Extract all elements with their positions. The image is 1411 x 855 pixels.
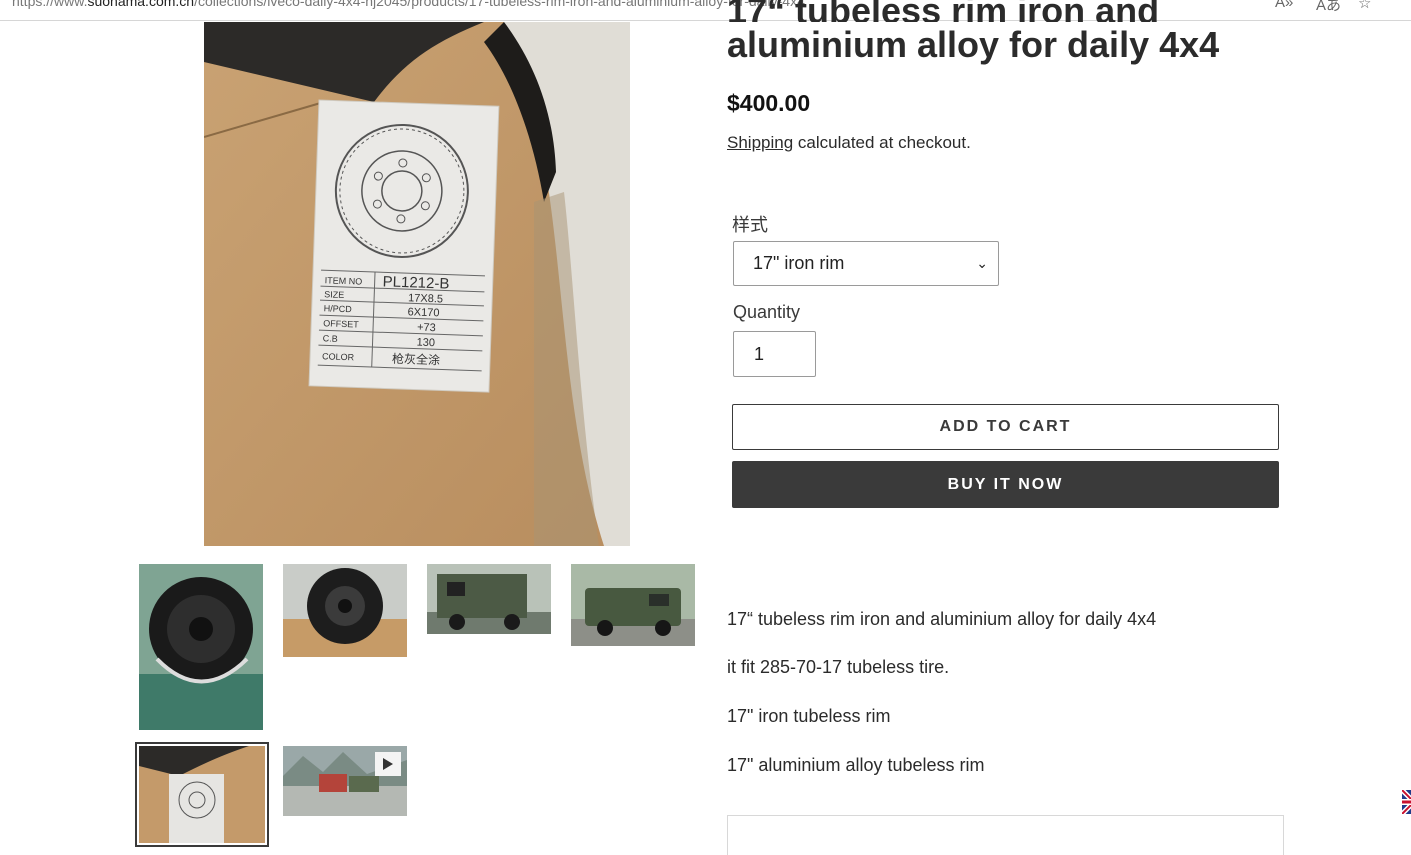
sticker-cb: 130 [416,337,435,350]
title-line-2: aluminium alloy for daily 4x4 [727,24,1220,65]
green-van-photo [571,564,695,646]
box-label-photo [139,746,265,843]
sticker-pcd-label: H/PCD [324,303,353,314]
uk-flag-icon[interactable] [1402,790,1411,814]
favorite-star-icon[interactable]: ☆ [1358,0,1371,12]
sticker-size: 17X8.5 [408,292,443,305]
box-photo: ITEM NO PL1212-B SIZE 17X8.5 H/PCD 6X170… [204,22,630,546]
play-icon[interactable] [375,752,401,776]
product-price: $400.00 [727,90,811,116]
description-line-3: 17" iron tubeless rim [727,706,891,726]
chevron-down-icon: ⌄ [976,255,988,271]
style-label: 样式 [732,215,768,235]
sticker-size-label: SIZE [324,289,344,300]
sticker-pcd: 6X170 [407,306,439,319]
shipping-text: calculated at checkout. [793,133,971,152]
description-line-4: 17" aluminium alloy tubeless rim [727,755,985,775]
quantity-input[interactable]: 1 [733,331,816,377]
thumbnail-5-selected[interactable] [135,742,269,847]
description-extra-box [727,815,1284,855]
description-line-2: it fit 285-70-17 tubeless tire. [727,657,950,677]
sticker-color-label: COLOR [322,351,355,362]
style-select-value: 17" iron rim [753,253,845,273]
sticker-item-no-label: ITEM NO [325,275,363,286]
thumbnail-2[interactable] [283,564,407,657]
sticker-cb-label: C.B [323,333,338,344]
thumbnail-1[interactable] [139,564,263,730]
shipping-note: Shipping calculated at checkout. [727,133,971,153]
thumbnail-3[interactable] [427,564,551,634]
description-line-1: 17“ tubeless rim iron and aluminium allo… [727,609,1157,629]
black-rim-photo [139,564,263,730]
shipping-link[interactable]: Shipping [727,133,793,152]
sticker-color: 枪灰全涂 [392,351,441,368]
camper-truck-photo [427,564,551,634]
url-domain: suonama.com.cn [87,0,195,9]
url-text[interactable]: https://www.suonama.com.cn/collections/i… [12,0,805,9]
url-path: /collections/iveco-daily-4x4-nj2045/prod… [194,0,805,9]
main-product-image[interactable]: ITEM NO PL1212-B SIZE 17X8.5 H/PCD 6X170… [204,22,630,546]
style-select[interactable]: 17" iron rim ⌄ [733,241,999,286]
rim-on-box-photo [283,564,407,657]
buy-it-now-button[interactable]: BUY IT NOW [732,461,1279,508]
sticker-offset: +73 [417,322,436,335]
url-prefix: https://www. [12,0,88,9]
title-line-1: 17“ tubeless rim iron and [727,0,1160,22]
thumbnail-6-video[interactable] [283,746,407,816]
product-title: 17“ tubeless rim iron and aluminium allo… [727,0,1327,68]
sticker-offset-label: OFFSET [323,318,359,329]
quantity-label: Quantity [733,302,801,322]
thumbnail-4[interactable] [571,564,695,646]
add-to-cart-button[interactable]: ADD TO CART [732,404,1279,450]
sticker-item-no: PL1212-B [382,273,449,292]
